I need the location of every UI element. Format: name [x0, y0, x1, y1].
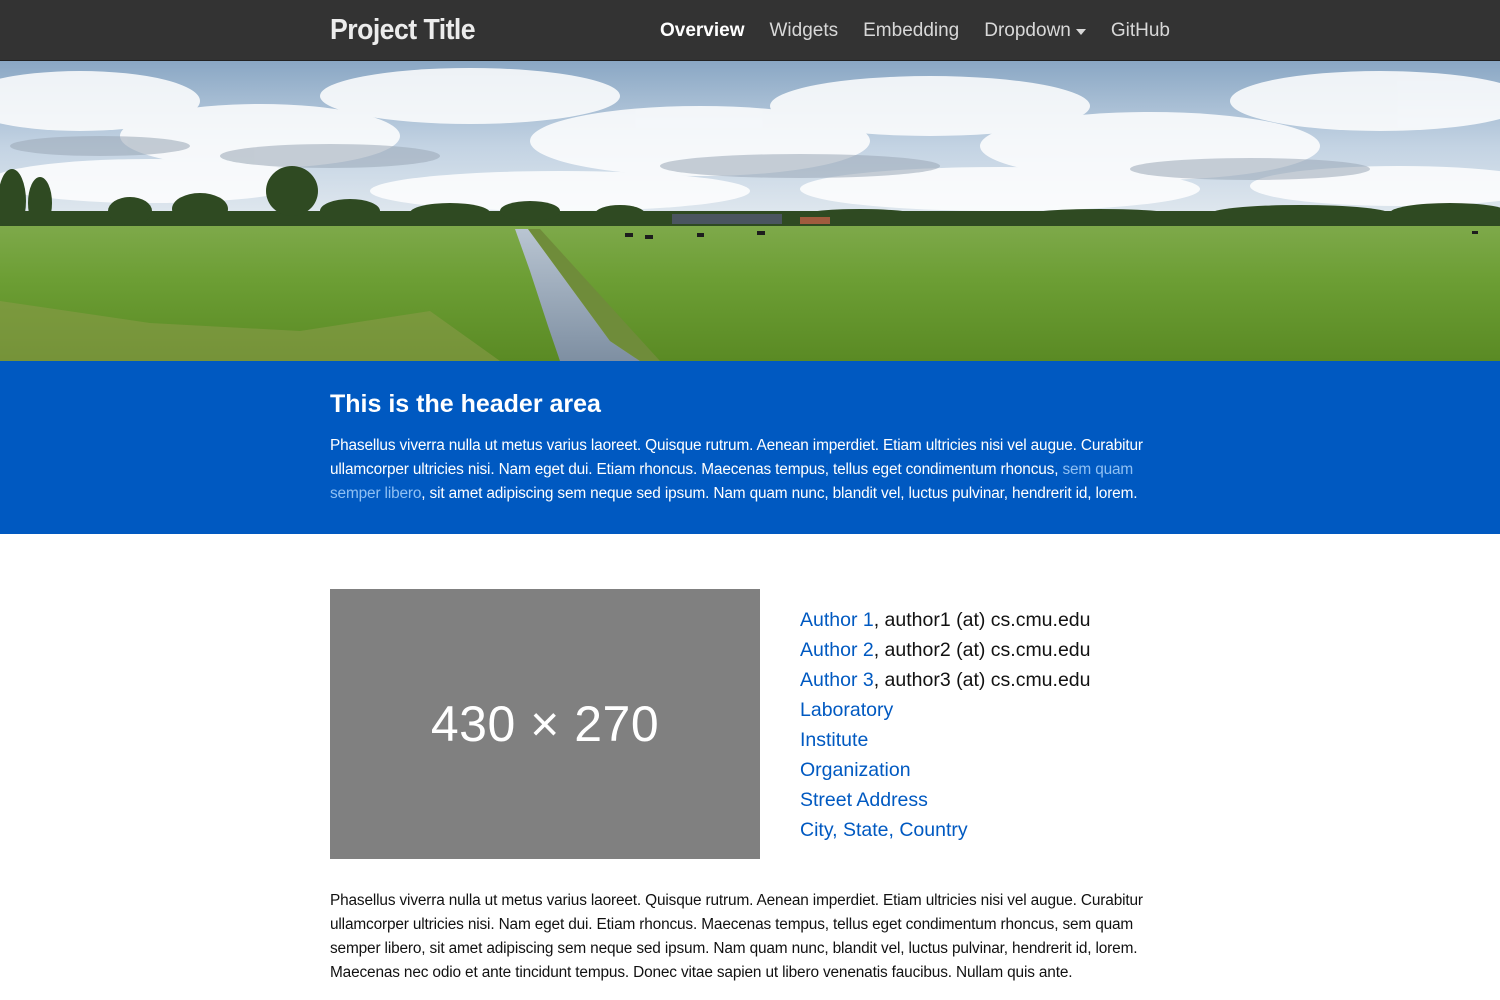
navbar-container: Project Title Overview Widgets Embedding… — [330, 0, 1170, 61]
header-paragraph: Phasellus viverra nulla ut metus varius … — [330, 434, 1170, 506]
affiliation-item: Organization — [800, 755, 1091, 785]
nav-link-widgets[interactable]: Widgets — [769, 20, 838, 42]
affiliation-link-street-address[interactable]: Street Address — [800, 789, 928, 811]
nav-link-embedding[interactable]: Embedding — [863, 20, 959, 42]
nav-item-widgets: Widgets — [769, 20, 838, 42]
affiliation-link-city-state-country[interactable]: City, State, Country — [800, 819, 968, 841]
author-email-3: , author3 (at) cs.cmu.edu — [873, 669, 1091, 691]
affiliation-item: Institute — [800, 725, 1091, 755]
author-list: Author 1, author1 (at) cs.cmu.edu Author… — [800, 605, 1091, 845]
author-email-1: , author1 (at) cs.cmu.edu — [873, 609, 1091, 631]
hero-banner-image — [0, 61, 1500, 361]
nav-dropdown-label: Dropdown — [984, 19, 1071, 41]
nav-link-github[interactable]: GitHub — [1111, 20, 1170, 42]
affiliation-item: Laboratory — [800, 695, 1091, 725]
nav-menu: Overview Widgets Embedding Dropdown GitH… — [660, 0, 1170, 61]
nav-item-embedding: Embedding — [863, 20, 959, 42]
author-item: Author 2, author2 (at) cs.cmu.edu — [800, 635, 1091, 665]
header-band: This is the header area Phasellus viverr… — [0, 361, 1500, 534]
header-title: This is the header area — [330, 390, 601, 418]
nav-item-github: GitHub — [1111, 20, 1170, 42]
affiliation-link-organization[interactable]: Organization — [800, 759, 911, 781]
nav-item-overview: Overview — [660, 20, 745, 42]
nav-link-overview[interactable]: Overview — [660, 20, 745, 42]
brand-link[interactable]: Project Title — [330, 14, 476, 47]
top-navbar: Project Title Overview Widgets Embedding… — [0, 0, 1500, 61]
affiliation-link-institute[interactable]: Institute — [800, 729, 868, 751]
placeholder-label: 430 × 270 — [430, 696, 660, 752]
caret-down-icon — [1075, 28, 1086, 35]
body-paragraph: Phasellus viverra nulla ut metus varius … — [330, 892, 1143, 981]
author-link-3[interactable]: Author 3 — [800, 669, 874, 691]
landscape-illustration — [0, 61, 1500, 361]
nav-item-dropdown: Dropdown — [984, 20, 1086, 42]
nav-dropdown-toggle[interactable]: Dropdown — [984, 20, 1086, 42]
author-link-2[interactable]: Author 2 — [800, 639, 874, 661]
author-link-1[interactable]: Author 1 — [800, 609, 874, 631]
affiliation-item: Street Address — [800, 785, 1091, 815]
header-container: This is the header area Phasellus viverr… — [330, 361, 1170, 506]
placeholder-image: 430 × 270 — [330, 589, 760, 859]
author-item: Author 3, author3 (at) cs.cmu.edu — [800, 665, 1091, 695]
author-item: Author 1, author1 (at) cs.cmu.edu — [800, 605, 1091, 635]
affiliation-link-laboratory[interactable]: Laboratory — [800, 699, 893, 721]
header-text-part-1: Phasellus viverra nulla ut metus varius … — [330, 437, 1143, 478]
header-text-part-2: , sit amet adipiscing sem neque sed ipsu… — [421, 485, 1138, 502]
author-email-2: , author2 (at) cs.cmu.edu — [873, 639, 1091, 661]
affiliation-item: City, State, Country — [800, 815, 1091, 845]
